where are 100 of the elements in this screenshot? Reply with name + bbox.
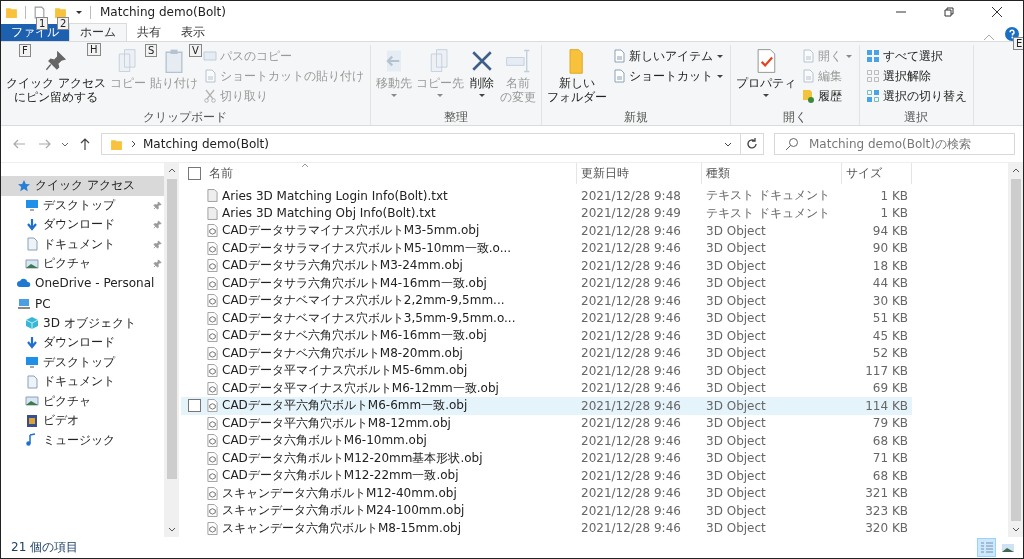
nav-item[interactable]: ダウンロード (1, 333, 164, 353)
file-row[interactable]: CADデータサラ六角穴ボルトM4-16mm一致.obj 2021/12/28 9:46 3D Object 44 KB (181, 274, 912, 292)
file-row[interactable]: CADデータ六角ボルトM12-20mm基本形状.obj 2021/12/28 9:46 3D Object 71 KB (181, 449, 912, 467)
column-header[interactable]: 名前 (207, 163, 577, 184)
close-icon[interactable] (991, 6, 1003, 18)
picture-icon (25, 394, 39, 409)
scroll-thumb[interactable] (166, 179, 177, 479)
scrollbar[interactable] (1008, 163, 1023, 537)
search-icon (785, 137, 799, 151)
object-file-icon (207, 241, 218, 255)
table-cell-text: 3D Object (705, 241, 767, 256)
ribbon-button[interactable]: 削除 (466, 45, 497, 109)
restore-icon[interactable] (943, 6, 955, 18)
up-icon[interactable] (78, 137, 92, 151)
address-bar[interactable]: Matching demo(Bolt) (101, 133, 741, 155)
nav-item[interactable]: 3D オブジェクト (1, 313, 164, 333)
refresh-icon (745, 137, 759, 151)
table-cell-text: 2021/12/28 9:46 (580, 433, 682, 448)
table-cell-text: 3D Object (705, 486, 767, 501)
file-row[interactable]: スキャンデータ六角ボルトM12-40mm.obj 2021/12/28 9:46 3D Object 321 KB (181, 484, 912, 502)
ribbon-tab[interactable]: 表示 (171, 24, 215, 41)
table-cell-text: 2021/12/28 9:49 (580, 206, 682, 221)
file-row[interactable]: CADデータナベマイナス穴ボルト3,5mm-9,5mm.o... 2021/12/28 9:46 3D Object 51 KB (181, 309, 912, 327)
document-icon[interactable] (33, 5, 46, 19)
file-name: CADデータ六角ボルトM12-20mm基本形状.obj (222, 449, 483, 467)
file-row[interactable]: Aries 3D Matching Obj Info(Bolt).txt 2021/12/28 9:49 テキスト ドキュメント 1 KB (181, 204, 912, 222)
table-cell-text: 2021/12/28 9:46 (580, 293, 682, 308)
object-file-icon (207, 276, 218, 290)
table-cell-text: 2021/12/28 9:46 (580, 276, 682, 291)
file-row[interactable]: CADデータナベマイナス穴ボルト2,2mm-9,5mm... 2021/12/28 9:46 3D Object 30 KB (181, 292, 912, 310)
file-row[interactable]: CADデータ平六角穴ボルトM6-6mm一致.obj 2021/12/28 9:46 3D Object 114 KB (181, 397, 912, 415)
scroll-down-icon[interactable] (1011, 525, 1020, 533)
column-header[interactable]: サイズ (842, 163, 912, 184)
object-file-icon (207, 521, 218, 535)
file-row[interactable]: CADデータナベ六角穴ボルトM8-20mm.obj 2021/12/28 9:46 3D Object 52 KB (181, 344, 912, 362)
file-row[interactable]: CADデータ六角ボルトM12-22mm一致.obj 2021/12/28 9:46 3D Object 68 KB (181, 467, 912, 485)
table-cell-text: 2021/12/28 9:46 (580, 346, 682, 361)
nav-item[interactable]: ピクチャ (1, 391, 164, 411)
table-cell-text: 2021/12/28 9:46 (580, 241, 682, 256)
ribbon-tab[interactable]: ホーム (69, 23, 127, 41)
collapse-ribbon-icon[interactable] (983, 33, 995, 41)
nav-item[interactable]: デスクトップ (1, 352, 164, 372)
ribbon-button[interactable]: 新しい フォルダー (545, 45, 608, 109)
nav-item[interactable]: デスクトップ (1, 195, 164, 215)
file-row[interactable]: CADデータ平マイナス穴ボルトM6-12mm一致.obj 2021/12/28 9:46 3D Object 69 KB (181, 379, 912, 397)
table-cell-text: 320 KB (864, 521, 909, 536)
nav-item[interactable]: ピクチャ (1, 254, 164, 274)
refresh-button[interactable] (740, 133, 764, 155)
group-label: 開く (781, 109, 808, 125)
file-row[interactable]: CADデータサラマイナス穴ボルトM3-5mm.obj 2021/12/28 9:46 3D Object 94 KB (181, 222, 912, 240)
caret-icon[interactable] (75, 8, 83, 16)
forward-icon[interactable] (38, 137, 52, 151)
scrollbar[interactable] (164, 163, 179, 537)
file-row[interactable]: CADデータ平六角穴ボルトM8-12mm.obj 2021/12/28 9:46 3D Object 79 KB (181, 414, 912, 432)
nav-item[interactable]: OneDrive - Personal (1, 273, 164, 293)
ribbon-tab[interactable]: 共有 (127, 24, 171, 41)
ribbon-button[interactable]: 履歴 (798, 87, 855, 105)
nav-item[interactable]: ビデオ (1, 411, 164, 431)
ribbon-button[interactable]: 選択の切り替え (863, 87, 969, 105)
scroll-thumb[interactable] (1010, 179, 1021, 521)
file-row[interactable]: CADデータサラ六角穴ボルトM3-24mm.obj 2021/12/28 9:46 3D Object 18 KB (181, 257, 912, 275)
scroll-up-icon[interactable] (167, 167, 176, 175)
nav-item[interactable]: ドキュメント (1, 234, 164, 254)
file-row[interactable]: スキャンデータ六角穴ボルトM8-15mm.obj 2021/12/28 9:46 3D Object 320 KB (181, 519, 912, 537)
nav-item[interactable]: ミュージック (1, 430, 164, 450)
nav-item[interactable]: クイック アクセス (1, 176, 164, 196)
ribbon-button[interactable]: プロパティ (734, 45, 797, 109)
ribbon-button[interactable]: 選択解除 (863, 67, 969, 85)
table-cell-text: 3D Object (705, 276, 767, 291)
object-file-icon (207, 346, 218, 360)
ribbon-button[interactable]: 新しいアイテム (609, 47, 726, 65)
object-file-icon (207, 311, 218, 325)
column-header[interactable]: 種類 (702, 163, 842, 184)
file-row[interactable]: Aries 3D Matching Login Info(Bolt).txt 2021/12/28 9:48 テキスト ドキュメント 1 KB (181, 187, 912, 205)
ribbon-button[interactable]: ショートカット (609, 67, 726, 85)
select-all-checkbox[interactable] (187, 167, 201, 180)
file-row[interactable]: CADデータナベ六角穴ボルトM6-16mm一致.obj 2021/12/28 9:46 3D Object 45 KB (181, 327, 912, 345)
group-label: クリップボード (142, 109, 229, 125)
nav-item[interactable]: PC (1, 294, 164, 314)
ribbon-button[interactable]: すべて選択 (863, 47, 969, 65)
back-icon[interactable] (12, 137, 26, 151)
table-cell-text: 323 KB (864, 503, 909, 518)
search-field[interactable]: Matching demo(Bolt)の検索 (774, 133, 1015, 155)
file-row[interactable]: CADデータ平マイナス穴ボルトM5-6mm.obj 2021/12/28 9:46 3D Object 117 KB (181, 362, 912, 380)
nav-item[interactable]: ダウンロード (1, 215, 164, 235)
table-cell-text: 69 KB (871, 381, 909, 396)
dropdown-icon[interactable] (61, 140, 69, 148)
table-cell-text: 2021/12/28 9:46 (580, 363, 682, 378)
column-header[interactable]: 更新日時 (577, 163, 702, 184)
table-cell-text: 3D Object (705, 521, 767, 536)
folder-icon[interactable] (54, 5, 67, 19)
row-checkbox[interactable] (187, 399, 201, 413)
file-row[interactable]: CADデータ六角ボルトM6-10mm.obj 2021/12/28 9:46 3D Object 68 KB (181, 432, 912, 450)
desktop-icon (25, 198, 39, 213)
table-cell-text: 3D Object (705, 416, 767, 431)
nav-item[interactable]: ドキュメント (1, 372, 164, 392)
scroll-down-icon[interactable] (167, 525, 176, 533)
file-row[interactable]: CADデータサラマイナス穴ボルトM5-10mm一致.o... 2021/12/28 9:46 3D Object 90 KB (181, 239, 912, 257)
file-row[interactable]: スキャンデータ六角ボルトM24-100mm.obj 2021/12/28 9:46 3D Object 323 KB (181, 502, 912, 520)
scroll-up-icon[interactable] (1011, 167, 1020, 175)
